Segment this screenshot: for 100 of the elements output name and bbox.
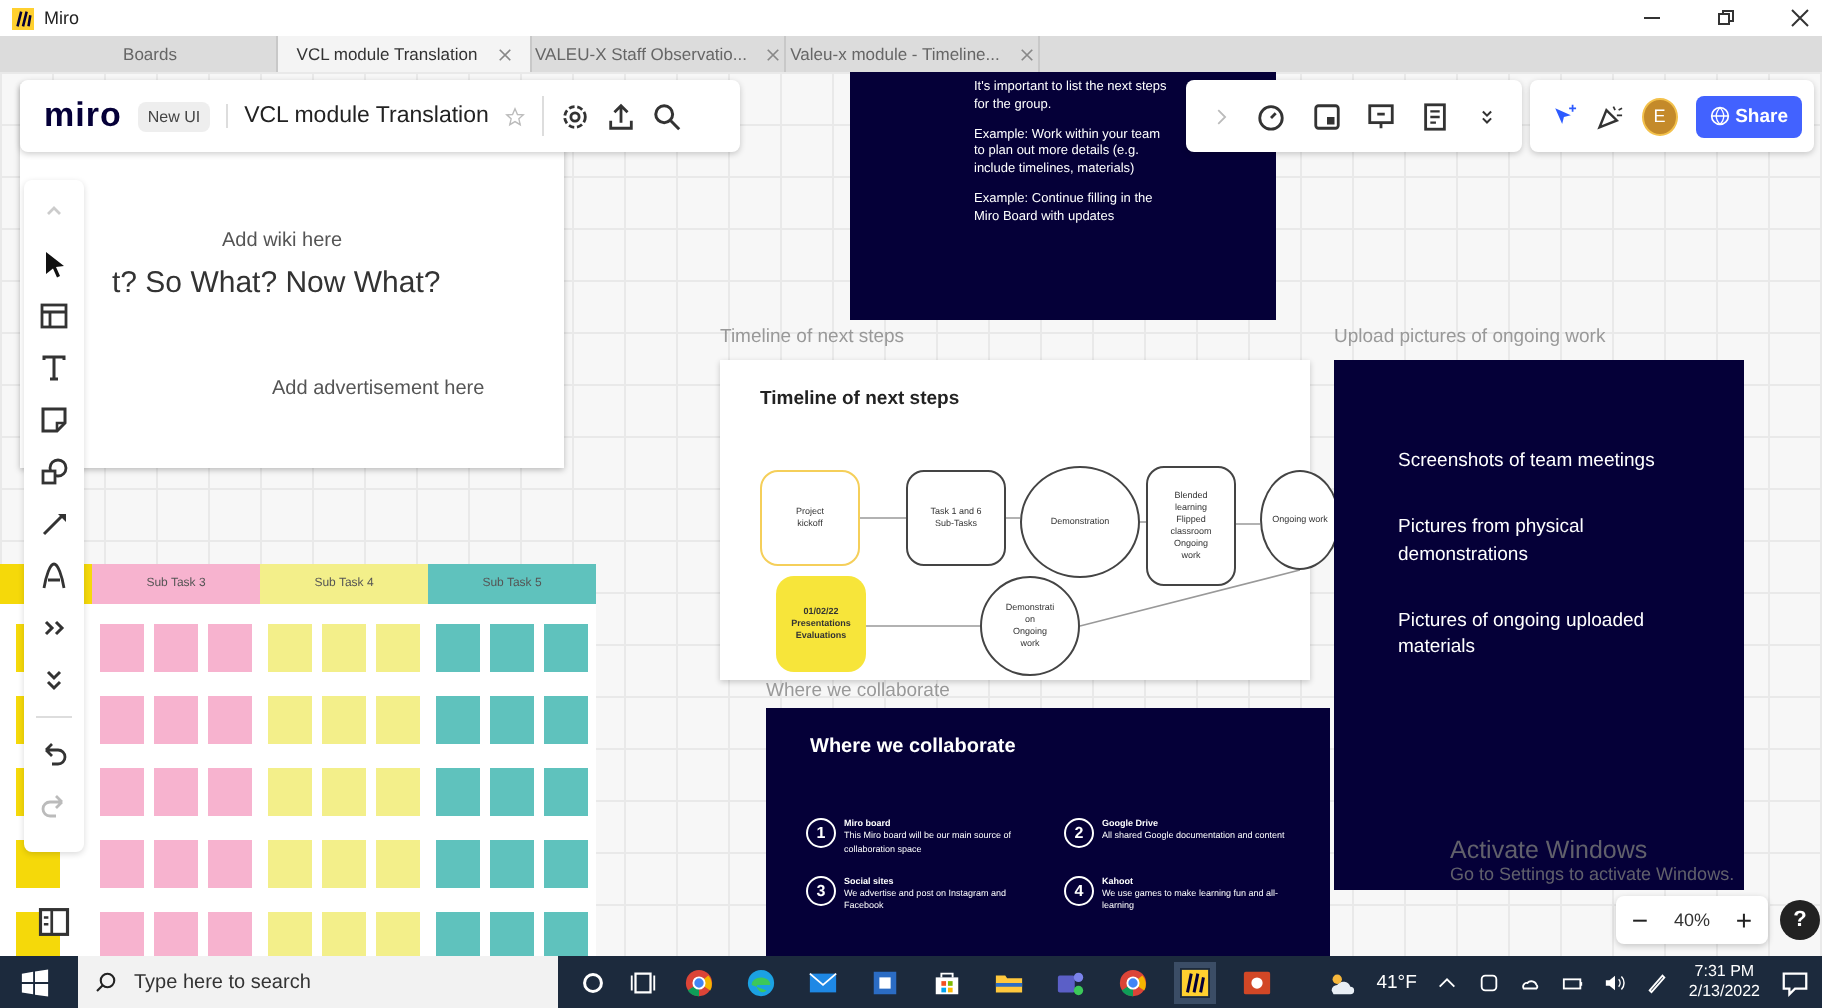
sticky-note xyxy=(100,696,144,744)
zoom-level[interactable]: 40% xyxy=(1673,910,1710,930)
sticky-note xyxy=(100,912,144,956)
notification-icon[interactable] xyxy=(1780,967,1810,997)
frame-label: Upload pictures of ongoing work xyxy=(1334,326,1606,348)
panel-icon[interactable] xyxy=(36,904,72,940)
number-circle: 2 xyxy=(1064,818,1094,848)
sticky-note xyxy=(544,624,588,672)
activation-hint: Go to Settings to activate Windows. xyxy=(1450,864,1735,884)
sticky-note xyxy=(268,912,312,956)
sticky-note xyxy=(322,912,366,956)
sticky-note xyxy=(376,840,420,888)
sticky-note xyxy=(100,768,144,816)
sticky-note xyxy=(154,912,198,956)
mail-icon[interactable] xyxy=(808,967,838,997)
ad-text-field[interactable]: Add advertisement here xyxy=(264,374,493,404)
sticky-note xyxy=(436,840,480,888)
sticky-note xyxy=(208,768,252,816)
chrome-icon[interactable] xyxy=(684,967,714,997)
window-title: Miro xyxy=(44,8,79,28)
app-icon xyxy=(12,7,34,29)
document-app-icon[interactable] xyxy=(870,967,900,997)
search-icon xyxy=(94,970,118,994)
number-circle: 1 xyxy=(806,818,836,848)
number-circle: 3 xyxy=(806,875,836,906)
timer-icon[interactable] xyxy=(1256,101,1287,131)
frame-label: Timeline of next steps xyxy=(720,326,905,348)
sticky-note xyxy=(268,840,312,888)
star-icon[interactable] xyxy=(504,105,527,127)
teams-icon[interactable] xyxy=(1056,967,1086,997)
sticky-note xyxy=(268,768,312,816)
party-popper-icon[interactable] xyxy=(1595,101,1624,131)
speaker-icon[interactable] xyxy=(1604,971,1627,993)
zoom-in-button[interactable]: + xyxy=(1729,904,1759,936)
tray-app-icon[interactable] xyxy=(1478,971,1501,993)
sticky-note xyxy=(436,624,480,672)
sticky-note xyxy=(208,840,252,888)
sticky-note xyxy=(322,696,366,744)
close-icon[interactable] xyxy=(1790,8,1810,28)
text-tool-icon[interactable] xyxy=(38,352,70,384)
pen-icon[interactable] xyxy=(1646,971,1669,993)
settings-icon[interactable] xyxy=(560,101,591,131)
sticky-note xyxy=(322,840,366,888)
taskbar-search-field[interactable]: Type here to search xyxy=(78,956,558,1008)
cortana-icon[interactable] xyxy=(578,967,608,997)
restore-icon[interactable] xyxy=(1716,8,1736,28)
wiki-text-field[interactable]: Add wiki here xyxy=(214,226,351,256)
frame-title: Timeline of next steps xyxy=(760,388,960,410)
sticky-note xyxy=(490,696,534,744)
sticky-note xyxy=(208,912,252,956)
clock-date[interactable]: 2/13/2022 xyxy=(1688,982,1760,1002)
slides-app-icon[interactable] xyxy=(1242,967,1272,997)
activation-notice: Activate Windows xyxy=(1450,836,1650,864)
sticky-note xyxy=(376,912,420,956)
chrome-icon[interactable] xyxy=(1118,967,1148,997)
sticky-note xyxy=(268,696,312,744)
sticky-note xyxy=(544,840,588,888)
sticky-note xyxy=(376,768,420,816)
help-button[interactable]: ? xyxy=(1780,900,1820,940)
upload-item: Pictures from physical demonstrations xyxy=(1398,514,1586,568)
weather-temperature[interactable]: 41°F xyxy=(1376,971,1417,993)
upload-icon[interactable] xyxy=(606,101,637,131)
card-icon[interactable] xyxy=(1311,101,1342,131)
sticky-note xyxy=(100,840,144,888)
shapes-icon[interactable] xyxy=(38,456,70,488)
upload-item: Pictures of ongoing uploaded materials xyxy=(1398,607,1647,661)
sticky-note xyxy=(436,768,480,816)
task-view-icon[interactable] xyxy=(628,967,658,997)
board-name[interactable]: VCL module Translation xyxy=(226,104,489,128)
sticky-note xyxy=(268,624,312,672)
pen-icon[interactable] xyxy=(38,560,70,592)
windows-start-icon[interactable] xyxy=(20,967,50,997)
share-button[interactable]: Share xyxy=(1695,95,1802,137)
sticky-note xyxy=(208,696,252,744)
line-icon[interactable] xyxy=(38,508,70,540)
edge-icon[interactable] xyxy=(746,967,776,997)
sticky-note xyxy=(436,696,480,744)
notes-icon[interactable] xyxy=(1420,101,1451,131)
browser-tab[interactable]: VCL module Translation xyxy=(278,36,532,72)
sticky-note-icon[interactable] xyxy=(38,404,70,436)
upload-item: Screenshots of team meetings xyxy=(1398,448,1657,475)
store-icon[interactable] xyxy=(932,967,962,997)
sticky-note xyxy=(490,912,534,956)
frame-label: Where we collaborate xyxy=(766,680,950,702)
template-icon[interactable] xyxy=(38,300,70,332)
new-ui-badge[interactable]: New UI xyxy=(137,101,211,131)
search-icon[interactable] xyxy=(652,101,683,131)
presentation-icon[interactable] xyxy=(1366,101,1397,131)
card-title: Where we collaborate xyxy=(810,736,1018,758)
sticky-note xyxy=(544,696,588,744)
sticky-note xyxy=(154,840,198,888)
clock-time[interactable]: 7:31 PM xyxy=(1694,962,1755,982)
miro-logo[interactable]: miro xyxy=(44,96,122,136)
zoom-out-button[interactable]: − xyxy=(1625,904,1655,936)
sticky-note xyxy=(208,624,252,672)
sticky-note xyxy=(154,624,198,672)
sticky-note xyxy=(376,696,420,744)
sticky-note xyxy=(544,912,588,956)
sticky-note xyxy=(322,768,366,816)
sticky-note xyxy=(436,912,480,956)
